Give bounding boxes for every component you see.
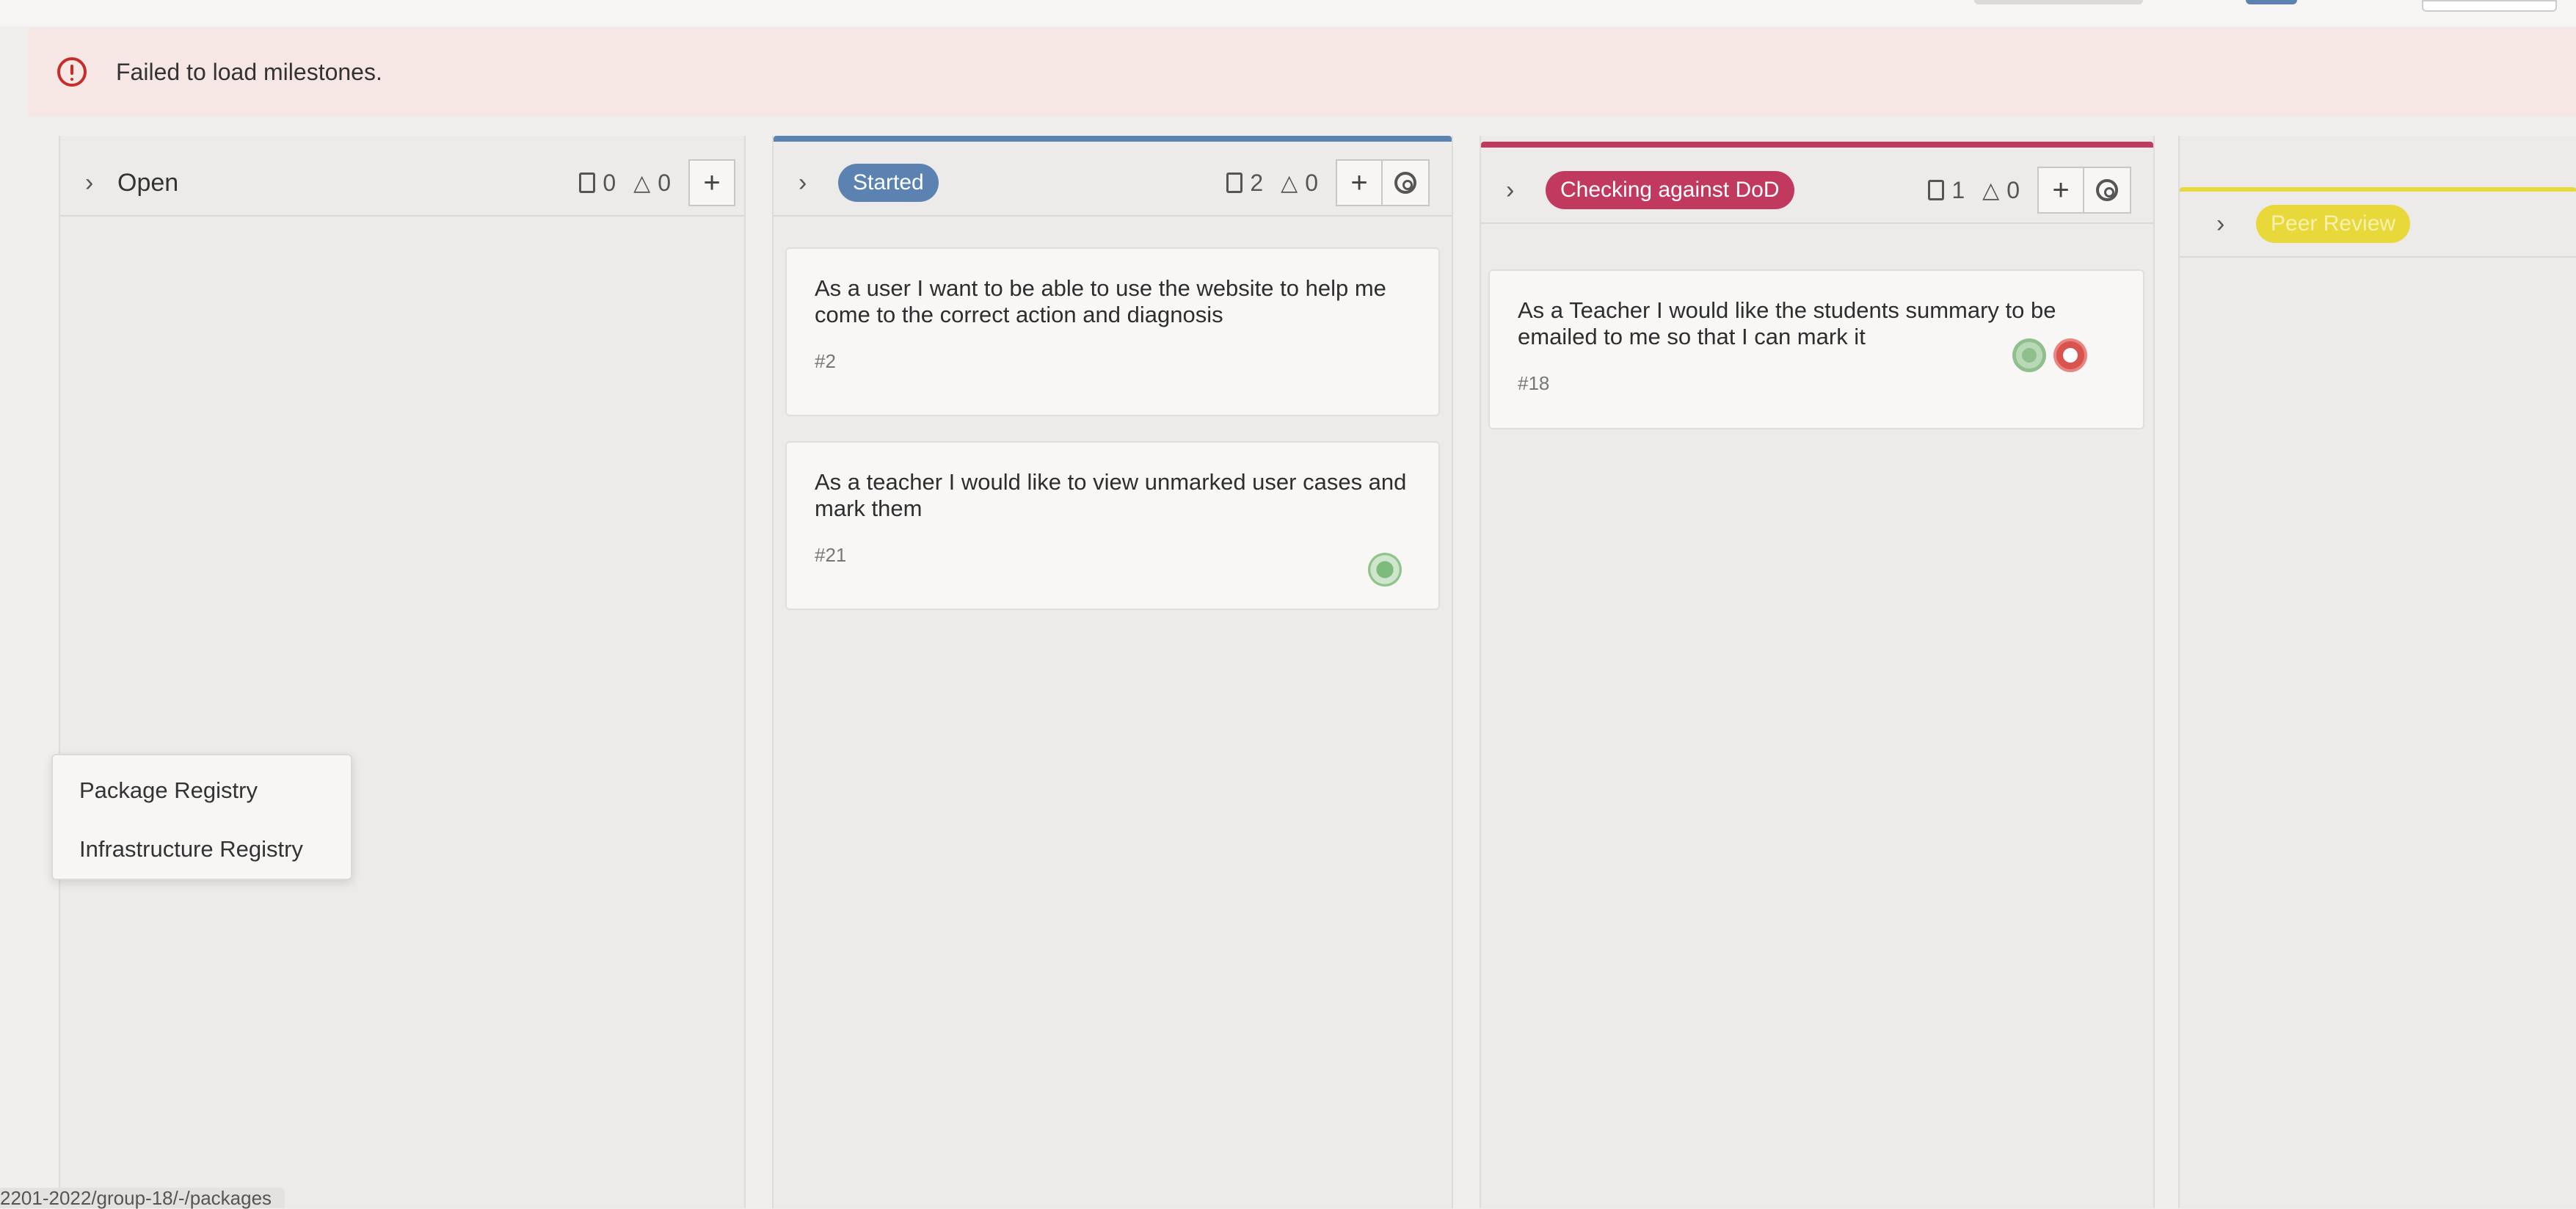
gear-icon [2096, 179, 2118, 201]
issue-count: 1 [1951, 176, 1965, 203]
column-header: › Open 0 △ 0 + [60, 150, 744, 217]
column-color-bar [1481, 142, 2153, 148]
issue-board: › Open 0 △ 0 + › Started 2 △ 0 + As a us… [0, 136, 2576, 1208]
column-counts: 0 △ 0 [579, 170, 671, 197]
top-input[interactable] [2422, 0, 2557, 12]
avatar[interactable] [2012, 338, 2046, 372]
column-label: Peer Review [2256, 205, 2411, 243]
weight-count: 0 [1305, 169, 1318, 196]
menu-item-infrastructure-registry[interactable]: Infrastructure Registry [79, 836, 303, 863]
column-counts: 1 △ 0 [1928, 177, 2020, 204]
column-header: › Peer Review [2180, 192, 2576, 258]
board-column-peer-review: › Peer Review [2178, 136, 2576, 1208]
add-issue-button[interactable]: + [1336, 159, 1383, 206]
chevron-right-icon[interactable]: › [1506, 176, 1531, 205]
weight-icon: △ [633, 170, 651, 195]
issues-icon [1928, 180, 1945, 200]
issue-card[interactable]: As a user I want to be able to use the w… [785, 247, 1440, 416]
issue-card[interactable]: As a Teacher I would like the students s… [1488, 269, 2144, 429]
top-tab[interactable] [1974, 0, 2143, 4]
weight-icon: △ [1281, 170, 1298, 195]
card-id: #21 [815, 544, 847, 566]
top-tab[interactable] [2246, 0, 2297, 4]
column-header: › Started 2 △ 0 + [774, 150, 1452, 217]
card-id: #18 [1518, 372, 1550, 394]
column-title: Open [117, 168, 179, 197]
alert-text: Failed to load milestones. [116, 58, 382, 85]
weight-count: 0 [658, 169, 671, 196]
issue-count: 0 [603, 169, 616, 196]
column-counts: 2 △ 0 [1226, 170, 1318, 197]
issue-count: 2 [1250, 169, 1264, 196]
column-settings-button[interactable] [2084, 167, 2131, 214]
error-alert: Failed to load milestones. [28, 28, 2576, 116]
column-header: › Checking against DoD 1 △ 0 + [1481, 158, 2153, 224]
weight-count: 0 [2006, 176, 2020, 203]
card-title[interactable]: As a teacher I would like to view unmark… [815, 469, 1409, 522]
status-bar-url: 2201-2022/group-18/-/packages [0, 1188, 285, 1208]
column-label: Started [838, 164, 939, 202]
chevron-right-icon[interactable]: › [85, 169, 110, 197]
weight-icon: △ [1982, 178, 2000, 203]
chevron-right-icon[interactable]: › [798, 169, 823, 197]
avatar[interactable] [2053, 338, 2087, 372]
issue-card[interactable]: As a teacher I would like to view unmark… [785, 441, 1440, 610]
registry-dropdown-menu: Package Registry Infrastructure Registry [51, 754, 352, 880]
add-issue-button[interactable]: + [2037, 167, 2084, 214]
chevron-right-icon[interactable]: › [2216, 210, 2241, 239]
column-color-bar [774, 136, 1452, 142]
column-label: Checking against DoD [1546, 171, 1794, 209]
gear-icon [1394, 172, 1416, 194]
board-column-started: › Started 2 △ 0 + As a user I want to be… [772, 136, 1453, 1208]
board-column-checking-dod: › Checking against DoD 1 △ 0 + As a Teac… [1480, 136, 2155, 1208]
exclamation-circle-icon [57, 57, 87, 87]
column-settings-button[interactable] [1383, 159, 1430, 206]
top-strip [0, 0, 2576, 26]
card-id: #2 [815, 350, 836, 372]
issues-icon [579, 173, 596, 193]
avatar[interactable] [1368, 553, 1402, 587]
board-column-open: › Open 0 △ 0 + [59, 136, 746, 1208]
card-title[interactable]: As a user I want to be able to use the w… [815, 275, 1409, 328]
menu-item-package-registry[interactable]: Package Registry [79, 777, 258, 804]
add-issue-button[interactable]: + [688, 159, 735, 206]
issues-icon [1226, 173, 1243, 193]
